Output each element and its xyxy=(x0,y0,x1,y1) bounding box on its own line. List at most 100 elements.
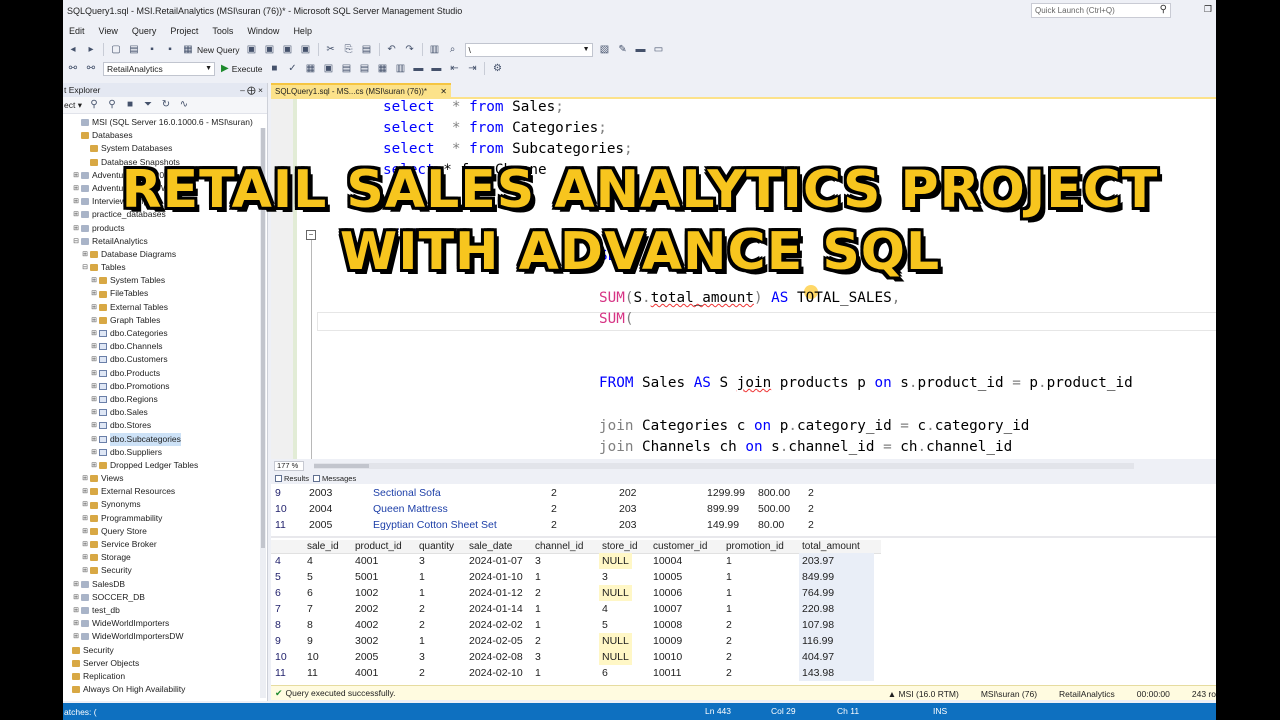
expand-icon[interactable]: ⊞ xyxy=(72,578,80,591)
tree-node[interactable]: ⊞ Synonyms xyxy=(63,498,267,511)
indent-icon[interactable]: ⇥ xyxy=(466,63,478,75)
stop-icon[interactable]: ■ xyxy=(124,99,136,111)
horizontal-scrollbar[interactable] xyxy=(314,462,1134,469)
expand-icon[interactable]: ⊞ xyxy=(90,380,98,393)
uncomment-icon[interactable]: ▬ xyxy=(430,63,442,75)
expand-icon[interactable]: ⊞ xyxy=(90,459,98,472)
tree-node[interactable]: ⊞ Service Broker xyxy=(63,538,267,551)
tree-node[interactable]: ⊞ Programmability xyxy=(63,512,267,525)
redo-icon[interactable]: ↷ xyxy=(404,44,416,56)
menu-item-edit[interactable]: Edit xyxy=(69,26,85,36)
results-to-grid-icon[interactable]: ▦ xyxy=(376,63,388,75)
tree-node[interactable]: ⊞ SOCCER_DB xyxy=(63,591,267,604)
tree-node[interactable]: ⊞ dbo.Subcategories xyxy=(63,432,267,446)
tree-node[interactable]: ⊞ FileTables xyxy=(63,287,267,300)
properties-icon[interactable]: ✎ xyxy=(617,44,629,56)
tree-node[interactable]: ⊞ dbo.Stores xyxy=(63,419,267,432)
restore-window-icon[interactable]: ❐ xyxy=(1204,4,1212,15)
intellisense-icon[interactable]: ▤ xyxy=(340,63,352,75)
table-row[interactable]: 9 9 3002 1 2024-02-05 2 NULL 10009 2 116.99 xyxy=(271,633,881,649)
change-connection-icon[interactable]: ⚯ xyxy=(85,63,97,75)
query-tab[interactable]: SQLQuery1.sql - MS...cs (MSI\suran (76))… xyxy=(271,83,451,97)
expand-icon[interactable]: ⊞ xyxy=(90,419,98,432)
new-project-icon[interactable]: ▢ xyxy=(110,44,122,56)
save-icon[interactable]: ▪ xyxy=(146,44,158,56)
table-row[interactable]: 5 5 5001 1 2024-01-10 1 3 10005 1 849.99 xyxy=(271,569,881,585)
database-select[interactable]: RetailAnalytics ▼ xyxy=(103,61,215,76)
dmx-query-icon[interactable]: ▣ xyxy=(264,44,276,56)
expand-icon[interactable]: ⊞ xyxy=(90,446,98,459)
tree-node[interactable]: ⊞ Security xyxy=(63,564,267,577)
expand-icon[interactable]: ⊞ xyxy=(72,617,80,630)
find-icon[interactable]: ⌕ xyxy=(447,44,459,56)
expand-icon[interactable]: ⊞ xyxy=(81,485,89,498)
tree-node[interactable]: ⊞ dbo.Suppliers xyxy=(63,446,267,459)
tree-node[interactable]: ⊞ Dropped Ledger Tables xyxy=(63,459,267,472)
table-row[interactable]: 11 11 4001 2 2024-02-10 1 6 10011 2 143.98 xyxy=(271,665,881,681)
tree-node[interactable]: Always On High Availability xyxy=(63,683,267,696)
expand-icon[interactable]: ⊞ xyxy=(90,327,98,340)
tree-node[interactable]: ⊞ dbo.Regions xyxy=(63,393,267,406)
menu-item-window[interactable]: Window xyxy=(247,26,279,36)
expand-icon[interactable]: ⊞ xyxy=(72,604,80,617)
tree-node[interactable]: ⊞ dbo.Categories xyxy=(63,327,267,340)
menu-item-project[interactable]: Project xyxy=(170,26,198,36)
specify-values-icon[interactable]: ⚙ xyxy=(491,63,503,75)
tab-messages[interactable]: Messages xyxy=(313,474,356,483)
connect-icon[interactable]: ⚯ xyxy=(67,63,79,75)
table-row[interactable]: 10 10 2005 3 2024-02-08 3 NULL 10010 2 404.97 xyxy=(271,649,881,665)
tree-node[interactable]: ⊞ dbo.Promotions xyxy=(63,380,267,393)
outdent-icon[interactable]: ⇤ xyxy=(448,63,460,75)
expand-icon[interactable]: ⊞ xyxy=(90,406,98,419)
xmla-query-icon[interactable]: ▣ xyxy=(282,44,294,56)
expand-icon[interactable]: ⊞ xyxy=(72,630,80,643)
menu-item-query[interactable]: Query xyxy=(132,26,157,36)
tree-node[interactable]: MSI (SQL Server 16.0.1000.6 - MSI\suran) xyxy=(63,116,267,129)
dax-query-icon[interactable]: ▣ xyxy=(300,44,312,56)
connect-dropdown[interactable]: ect ▾ xyxy=(64,100,82,111)
tree-node[interactable]: ⊞ Views xyxy=(63,472,267,485)
expand-icon[interactable]: ⊞ xyxy=(90,340,98,353)
query-options-icon[interactable]: ▣ xyxy=(322,63,334,75)
expand-icon[interactable]: ⊞ xyxy=(90,287,98,300)
pin-icon[interactable]: ‒ ⨁ × xyxy=(240,85,263,96)
expand-icon[interactable]: ⊞ xyxy=(90,353,98,366)
tree-node[interactable]: ⊞ WideWorldImportersDW xyxy=(63,630,267,643)
menu-item-view[interactable]: View xyxy=(99,26,118,36)
menu-item-tools[interactable]: Tools xyxy=(212,26,233,36)
copy-icon[interactable]: ⎘ xyxy=(343,44,355,56)
expand-icon[interactable]: ⊞ xyxy=(81,498,89,511)
table-row[interactable]: 6 6 1002 1 2024-01-12 2 NULL 10006 1 764.99 xyxy=(271,585,881,601)
tree-node[interactable]: ⊞ Graph Tables xyxy=(63,314,267,327)
tree-node[interactable]: Server Objects xyxy=(63,657,267,670)
tree-node[interactable]: Security xyxy=(63,644,267,657)
tree-node[interactable]: ⊞ dbo.Sales xyxy=(63,406,267,419)
expand-icon[interactable]: ⊞ xyxy=(81,538,89,551)
expand-icon[interactable]: ⊞ xyxy=(90,367,98,380)
tab-results[interactable]: Results xyxy=(275,474,309,483)
expand-icon[interactable]: ⊞ xyxy=(81,525,89,538)
expand-icon[interactable]: ⊞ xyxy=(90,433,98,446)
expand-icon[interactable]: ⊞ xyxy=(81,472,89,485)
display-plan-icon[interactable]: ▦ xyxy=(304,63,316,75)
results-to-text-icon[interactable]: ▤ xyxy=(358,63,370,75)
tree-node[interactable]: System Databases xyxy=(63,142,267,155)
tree-node[interactable]: ⊞ WideWorldImporters xyxy=(63,617,267,630)
parse-icon[interactable]: ✓ xyxy=(286,63,298,75)
new-query-button[interactable]: ▦ New Query xyxy=(182,44,239,56)
table-row[interactable]: 7 7 2002 2 2024-01-14 1 4 10007 1 220.98 xyxy=(271,601,881,617)
disconnect-icon[interactable]: ⚲ xyxy=(106,99,118,111)
expand-icon[interactable]: ⊞ xyxy=(90,301,98,314)
expand-icon[interactable]: ⊞ xyxy=(90,314,98,327)
connect-icon[interactable]: ⚲ xyxy=(88,99,100,111)
activity-monitor-icon[interactable]: ▥ xyxy=(429,44,441,56)
path-combo[interactable]: \ ▼ xyxy=(464,42,593,57)
results-to-file-icon[interactable]: ▥ xyxy=(394,63,406,75)
tree-node[interactable]: Replication xyxy=(63,670,267,683)
tree-node[interactable]: ⊞ dbo.Products xyxy=(63,367,267,380)
tree-node[interactable]: ⊞ dbo.Channels xyxy=(63,340,267,353)
save-all-icon[interactable]: ▪ xyxy=(164,44,176,56)
expand-icon[interactable]: ⊞ xyxy=(72,591,80,604)
tree-node[interactable]: ⊞ test_db xyxy=(63,604,267,617)
tree-node[interactable]: ⊞ External Tables xyxy=(63,301,267,314)
